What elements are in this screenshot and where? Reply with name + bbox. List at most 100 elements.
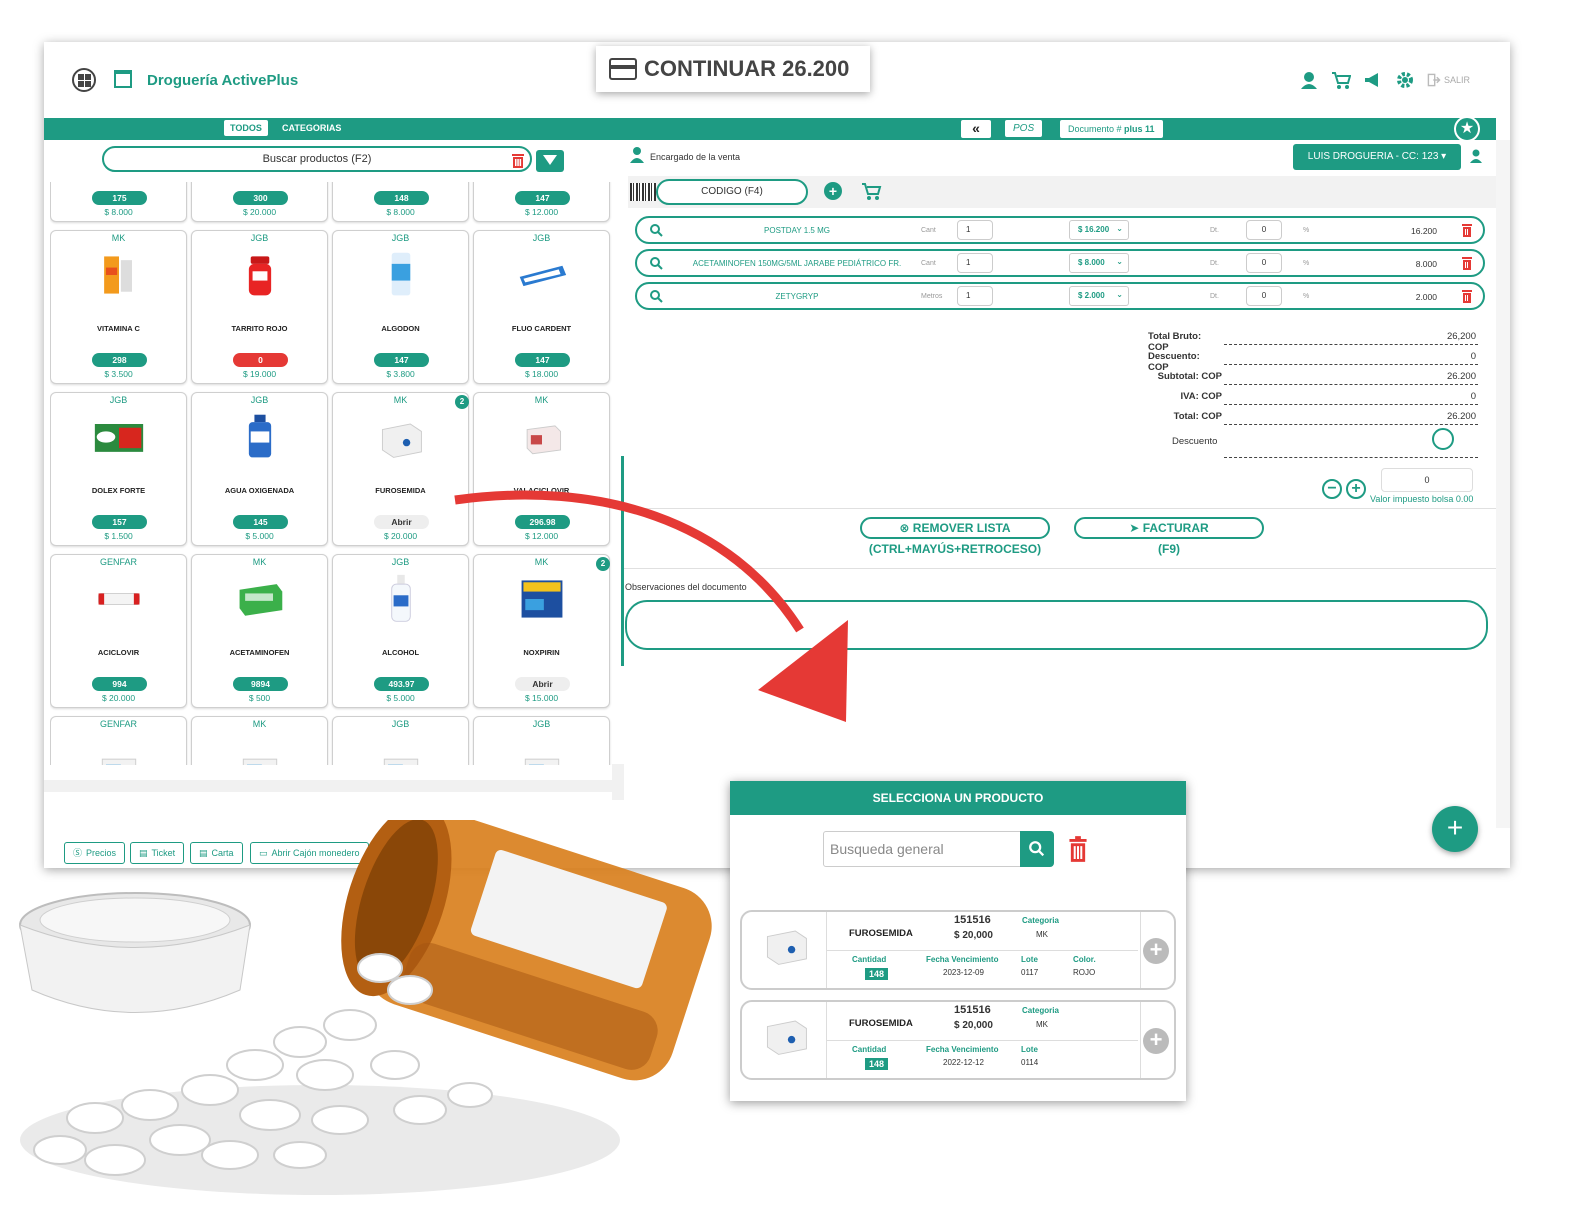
remover-shortcut: (CTRL+MAYÚS+RETROCESO) bbox=[868, 542, 1042, 556]
line-qty-input[interactable]: 1 bbox=[957, 253, 993, 273]
expiry-label: Fecha Vencimiento bbox=[926, 1045, 999, 1054]
product-price: $ 20.000 bbox=[383, 531, 418, 541]
modal-search-button[interactable] bbox=[1020, 831, 1054, 867]
modal-search-input[interactable]: Busqueda general bbox=[823, 831, 1021, 867]
remover-lista-button[interactable]: ⊗ REMOVER LISTA bbox=[860, 517, 1050, 539]
product-name: TARRITO ROJO bbox=[231, 324, 288, 333]
apps-grid-icon[interactable] bbox=[72, 68, 96, 92]
product-name: FUROSEMIDA bbox=[375, 486, 426, 495]
product-search-input[interactable]: Buscar productos (F2) bbox=[102, 146, 532, 172]
product-card[interactable]: JGB FLUO CARDENT 147 $ 18.000 bbox=[473, 230, 610, 384]
total-row: Total: COP 26.200 bbox=[1148, 411, 1478, 425]
product-card[interactable]: GENFAR ACICLOVIR 994 $ 20.000 bbox=[50, 554, 187, 708]
filter-button[interactable] bbox=[536, 150, 564, 172]
floating-add-button[interactable]: + bbox=[1432, 806, 1478, 852]
user-support-icon[interactable] bbox=[1299, 70, 1319, 90]
cart-icon[interactable] bbox=[1331, 70, 1351, 90]
stock-badge[interactable]: Abrir bbox=[374, 515, 429, 529]
sale-line: ZETYGRYP Metros 1 $ 2.000 ⌄ Dt. 0% 2.000 bbox=[635, 282, 1485, 310]
product-card[interactable]: 148 $ 8.000 bbox=[332, 182, 469, 222]
line-price-select[interactable]: $ 2.000 ⌄ bbox=[1069, 286, 1129, 306]
product-card[interactable]: JGB TARRITO ROJO 0 $ 19.000 bbox=[191, 230, 328, 384]
line-trash-icon[interactable] bbox=[1461, 256, 1473, 270]
line-price-select[interactable]: $ 16.200 ⌄ bbox=[1069, 220, 1129, 240]
tab-categorias[interactable]: CATEGORIAS bbox=[282, 123, 341, 133]
add-item-button[interactable]: + bbox=[824, 182, 842, 200]
product-card[interactable]: 175 $ 8.000 bbox=[50, 182, 187, 222]
product-card[interactable]: MK ACETAMINOFEN 9894 $ 500 bbox=[191, 554, 328, 708]
clear-search-trash-icon[interactable] bbox=[511, 152, 525, 168]
quantity-label: Cantidad bbox=[852, 1045, 887, 1054]
pos-label: POS bbox=[1013, 123, 1035, 134]
expiry-label: Fecha Vencimiento bbox=[926, 955, 999, 964]
product-card[interactable]: JGB DOLEX FORTE 157 $ 1.500 bbox=[50, 392, 187, 546]
line-search-icon[interactable] bbox=[649, 256, 663, 270]
lote-label: Lote bbox=[1021, 1045, 1038, 1054]
line-search-icon[interactable] bbox=[649, 223, 663, 237]
product-brand: JGB bbox=[250, 233, 269, 243]
total-value: 26,200 bbox=[1446, 331, 1476, 342]
gear-icon[interactable] bbox=[1395, 70, 1415, 90]
tab-todos[interactable]: TODOS bbox=[224, 120, 268, 136]
product-card[interactable]: 300 $ 20.000 bbox=[191, 182, 328, 222]
product-card[interactable]: GENFAR bbox=[50, 716, 187, 765]
total-divider bbox=[1224, 424, 1478, 425]
bolsa-decrease-button[interactable]: − bbox=[1322, 479, 1342, 499]
logout-button[interactable]: SALIR bbox=[1427, 73, 1470, 87]
line-qty-input[interactable]: 1 bbox=[957, 286, 993, 306]
product-name: VITAMINA C bbox=[97, 324, 140, 333]
horizontal-scrollbar[interactable] bbox=[44, 780, 612, 792]
collapse-button[interactable]: « bbox=[961, 120, 991, 138]
line-unit-label: Metros bbox=[921, 293, 943, 300]
remover-label: REMOVER LISTA bbox=[912, 521, 1011, 535]
product-card[interactable]: 147 $ 12.000 bbox=[473, 182, 610, 222]
bolsa-increase-button[interactable]: + bbox=[1346, 479, 1366, 499]
stock-badge: 147 bbox=[515, 353, 570, 367]
product-card[interactable]: MK VITAMINA C 298 $ 3.500 bbox=[50, 230, 187, 384]
pos-button[interactable]: POS bbox=[1005, 120, 1043, 137]
add-seller-icon[interactable] bbox=[1470, 148, 1486, 164]
line-discount-input[interactable]: 0 bbox=[1246, 253, 1282, 273]
line-trash-icon[interactable] bbox=[1461, 289, 1473, 303]
stock-badge: 994 bbox=[92, 677, 147, 691]
product-image bbox=[230, 411, 290, 463]
product-card[interactable]: JGB bbox=[332, 716, 469, 765]
app-name: Droguería ActivePlus bbox=[147, 72, 299, 89]
bolsa-input[interactable]: 0 bbox=[1381, 468, 1473, 492]
add-to-cart-icon[interactable] bbox=[861, 181, 883, 201]
line-discount-input[interactable]: 0 bbox=[1246, 220, 1282, 240]
product-card[interactable]: JGB ALGODON 147 $ 3.800 bbox=[332, 230, 469, 384]
line-discount-input[interactable]: 0 bbox=[1246, 286, 1282, 306]
codigo-input[interactable]: CODIGO (F4) bbox=[656, 179, 808, 205]
product-card[interactable]: JGB AGUA OXIGENADA 145 $ 5.000 bbox=[191, 392, 328, 546]
add-product-button[interactable]: + bbox=[1143, 1028, 1169, 1054]
line-qty-input[interactable]: 1 bbox=[957, 220, 993, 240]
grid-scrollbar[interactable] bbox=[612, 764, 624, 800]
stock-badge: 300 bbox=[233, 191, 288, 205]
product-image bbox=[756, 918, 816, 982]
stock-badge: 157 bbox=[92, 515, 147, 529]
stock-badge: 147 bbox=[515, 191, 570, 205]
category-label: Categoria bbox=[1022, 916, 1059, 925]
page-scrollbar[interactable] bbox=[1496, 140, 1510, 868]
continuar-button[interactable]: CONTINUAR 26.200 bbox=[596, 46, 870, 92]
product-card[interactable]: MK FUROSEMIDA Abrir $ 20.000 2 bbox=[332, 392, 469, 546]
add-product-button[interactable]: + bbox=[1143, 938, 1169, 964]
modal-trash-icon[interactable] bbox=[1068, 836, 1088, 862]
favorite-star-icon[interactable]: ★ bbox=[1454, 116, 1480, 142]
chevron-down-icon: ⌄ bbox=[1116, 224, 1123, 233]
line-trash-icon[interactable] bbox=[1461, 223, 1473, 237]
modal-product-card: FUROSEMIDA 151516 $ 20,000 Categoria MK Canti… bbox=[740, 1000, 1176, 1080]
line-search-icon[interactable] bbox=[649, 289, 663, 303]
megaphone-icon[interactable] bbox=[1363, 70, 1383, 90]
product-card[interactable]: JGB ALCOHOL 493.97 $ 5.000 bbox=[332, 554, 469, 708]
facturar-button[interactable]: ➤ FACTURAR bbox=[1074, 517, 1264, 539]
product-image bbox=[230, 735, 290, 765]
product-card[interactable]: MK bbox=[191, 716, 328, 765]
product-image bbox=[371, 735, 431, 765]
seller-select[interactable]: LUIS DROGUERIA - CC: 123 ▾ bbox=[1293, 144, 1461, 170]
product-brand: GENFAR bbox=[99, 719, 137, 729]
category-value: MK bbox=[1036, 1020, 1048, 1029]
line-price-select[interactable]: $ 8.000 ⌄ bbox=[1069, 253, 1129, 273]
line-percent-label: % bbox=[1303, 260, 1310, 267]
